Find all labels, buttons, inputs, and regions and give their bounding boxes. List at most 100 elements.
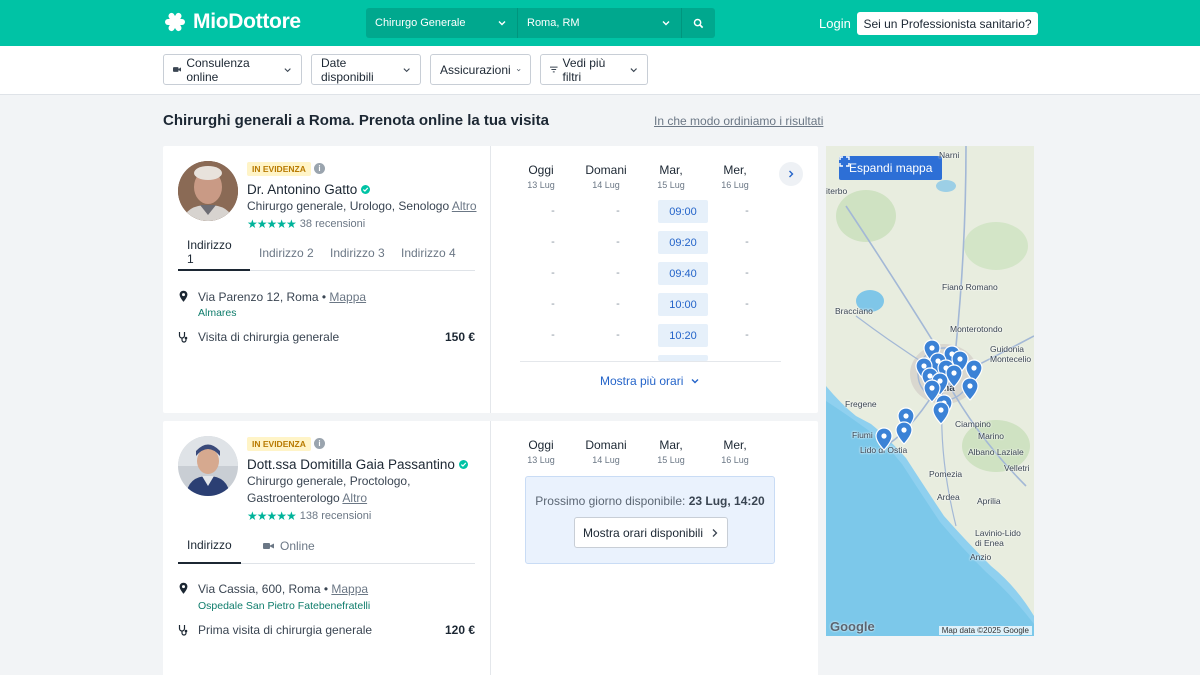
time-slot[interactable]: 09:00 — [658, 200, 708, 223]
day-column: Mer, 16 Lug — [705, 438, 765, 465]
more-filters-button[interactable]: Vedi più filtri — [540, 54, 648, 85]
tab-address-2[interactable]: Indirizzo 2 — [250, 235, 323, 271]
specialty-value: Chirurgo Generale — [375, 17, 466, 29]
more-specialties-link[interactable]: Altro — [342, 491, 367, 505]
doctor-name[interactable]: Dott.ssa Domitilla Gaia Passantino — [247, 457, 468, 472]
time-slot[interactable]: 10:00 — [658, 293, 708, 316]
star-rating-icon: ★★★★★ — [247, 217, 297, 231]
chevron-down-icon — [498, 21, 506, 26]
doctor-rating[interactable]: ★★★★★ 38 recensioni — [247, 217, 365, 231]
service-row: Visita di chirurgia generale 150 € — [178, 330, 475, 344]
verified-icon — [361, 185, 371, 194]
doctor-photo — [178, 436, 238, 496]
location-select[interactable]: Roma, RM — [518, 8, 682, 38]
map-pin-icon — [961, 377, 979, 401]
no-slot: - — [551, 205, 555, 217]
clinic-name[interactable]: Almares — [198, 307, 237, 319]
day-column: Mar, 15 Lug — [641, 438, 701, 465]
info-icon[interactable]: i — [314, 438, 325, 449]
location-value: Roma, RM — [527, 17, 580, 29]
day-column: Mar, 15 Lug — [641, 163, 701, 190]
show-more-hours-button[interactable]: Mostra più orari — [600, 374, 700, 388]
tab-address-3[interactable]: Indirizzo 3 — [321, 235, 394, 271]
no-slot: - — [551, 236, 555, 248]
map-credit[interactable]: Map data ©2025 Google — [938, 626, 1032, 635]
chevron-down-icon — [516, 68, 521, 71]
dates-filter[interactable]: Date disponibili — [311, 54, 421, 85]
logo[interactable]: MioDottore — [163, 10, 301, 34]
verified-icon — [458, 460, 468, 469]
insurance-filter-label: Assicurazioni — [440, 62, 511, 77]
ranking-info-link[interactable]: In che modo ordiniamo i risultati — [654, 114, 823, 128]
logo-text: MioDottore — [193, 10, 301, 33]
doctor-avatar[interactable] — [178, 436, 238, 496]
time-slot[interactable]: 10:20 — [658, 324, 708, 347]
specialties-text: Chirurgo generale, Urologo, Senologo — [247, 199, 450, 213]
map-pin-icon — [875, 427, 893, 451]
day-date: 15 Lug — [657, 180, 685, 190]
day-name: Domani — [585, 438, 627, 452]
chevron-right-icon — [712, 528, 718, 537]
tab-address-4[interactable]: Indirizzo 4 — [392, 235, 465, 271]
online-consult-filter[interactable]: Consulenza online — [163, 54, 302, 85]
day-date: 13 Lug — [527, 455, 555, 465]
login-link[interactable]: Login — [819, 16, 851, 31]
doctor-card: IN EVIDENZA i Dott.ssa Domitilla Gaia Pa… — [163, 421, 818, 675]
clinic-name[interactable]: Ospedale San Pietro Fatebenefratelli — [198, 600, 370, 612]
search-button[interactable] — [682, 8, 715, 38]
day-name: Domani — [585, 163, 627, 177]
reviews-count: 138 recensioni — [299, 510, 372, 522]
chevron-down-icon — [691, 379, 699, 384]
show-available-hours-button[interactable]: Mostra orari disponibili — [574, 517, 728, 548]
map-link[interactable]: Mappa — [331, 582, 368, 596]
day-column: Domani 14 Lug — [576, 163, 636, 190]
service-price: 150 € — [444, 330, 475, 344]
no-slot: - — [745, 329, 749, 341]
specialty-select[interactable]: Chirurgo Generale — [366, 8, 518, 38]
doctor-name[interactable]: Dr. Antonino Gatto — [247, 182, 371, 197]
results-map[interactable]: Espandi mappa Narni iterbo Fiano Romano … — [826, 146, 1034, 636]
top-header: MioDottore Chirurgo Generale Roma, RM Lo… — [0, 0, 1200, 46]
tab-address-1[interactable]: Indirizzo 1 — [178, 235, 250, 271]
time-slot[interactable]: 09:40 — [658, 262, 708, 285]
day-date: 14 Lug — [592, 180, 620, 190]
video-camera-icon — [263, 543, 274, 549]
show-available-hours-label: Mostra orari disponibili — [582, 525, 704, 540]
next-availability-box: Prossimo giorno disponibile: 23 Lug, 14:… — [525, 476, 775, 564]
doctor-specialties: Chirurgo generale, Proctologo, Gastroent… — [247, 473, 477, 507]
service-name: Prima visita di chirurgia generale — [198, 623, 373, 637]
day-name: Mer, — [723, 163, 747, 177]
card-divider — [490, 146, 491, 413]
featured-badge: IN EVIDENZA — [247, 437, 311, 451]
doctor-name-text: Dr. Antonino Gatto — [247, 182, 358, 197]
no-slot: - — [745, 236, 749, 248]
map-pin-icon — [895, 421, 913, 445]
calendar-divider — [520, 361, 781, 362]
doctor-rating[interactable]: ★★★★★ 138 recensioni — [247, 509, 371, 523]
insurance-filter[interactable]: Assicurazioni — [430, 54, 531, 85]
day-name: Mer, — [723, 438, 747, 452]
map-link[interactable]: Mappa — [329, 290, 366, 304]
time-slot[interactable]: 09:20 — [658, 231, 708, 254]
address-text: Via Cassia, 600, Roma — [198, 582, 321, 596]
featured-badge: IN EVIDENZA — [247, 162, 311, 176]
professional-button[interactable]: Sei un Professionista sanitario? — [857, 12, 1038, 35]
day-date: 14 Lug — [592, 455, 620, 465]
next-days-button[interactable] — [779, 162, 803, 186]
google-logo: Google — [830, 619, 875, 634]
no-slot: - — [616, 298, 620, 310]
video-camera-icon — [173, 67, 182, 72]
doctor-avatar[interactable] — [178, 161, 238, 221]
more-filters-label: Vedi più filtri — [562, 55, 606, 84]
next-availability-text: Prossimo giorno disponibile: 23 Lug, 14:… — [526, 494, 774, 508]
tab-online[interactable]: Online — [254, 528, 324, 564]
tab-address[interactable]: Indirizzo — [178, 528, 241, 564]
no-slot: - — [551, 329, 555, 341]
info-icon[interactable]: i — [314, 163, 325, 174]
card-divider — [490, 421, 491, 675]
chevron-down-icon — [403, 67, 410, 72]
map-pin-icon — [932, 401, 950, 425]
more-specialties-link[interactable]: Altro — [452, 199, 477, 213]
map-markers — [875, 339, 983, 451]
address-row: Via Parenzo 12, Roma • Mappa — [178, 290, 366, 304]
